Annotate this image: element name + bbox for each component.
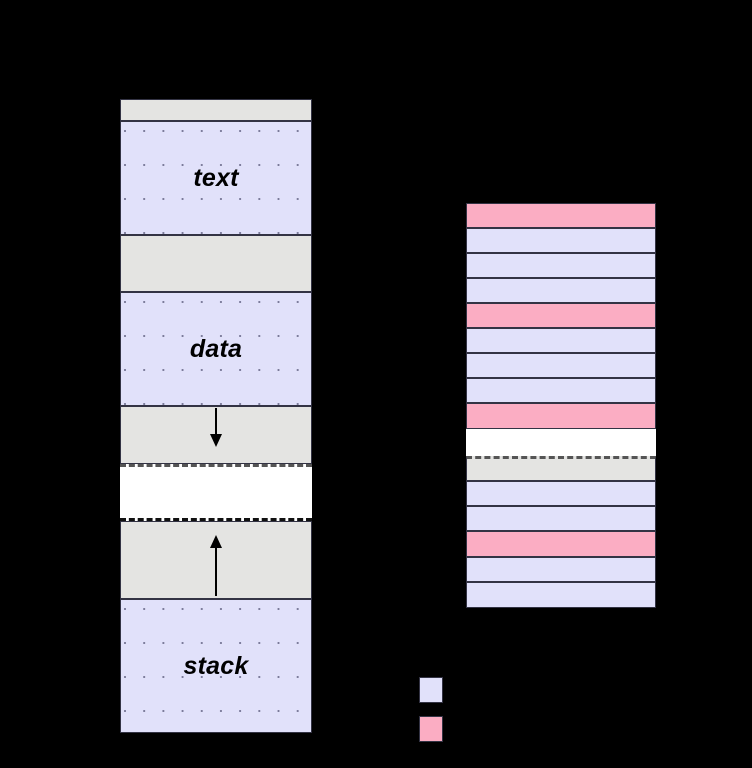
label-data-segment: data [189, 334, 243, 363]
legend-swatch-in-use [419, 716, 443, 742]
frame-13 [466, 531, 656, 557]
frame-10-free [466, 456, 656, 481]
frame-1 [466, 228, 656, 253]
block-unmapped-gap [120, 464, 312, 521]
frame-8 [466, 403, 656, 429]
frame-4 [466, 303, 656, 328]
arrow-head-down [210, 434, 222, 447]
block-gap-after-text [120, 235, 312, 292]
frame-5 [466, 328, 656, 353]
frame-15 [466, 582, 656, 608]
frame-11 [466, 481, 656, 506]
frame-9-unmapped [466, 429, 656, 456]
block-data-segment: data [120, 292, 312, 406]
frame-14 [466, 557, 656, 582]
frame-12 [466, 506, 656, 531]
block-top-reserved [120, 99, 312, 121]
diagram-canvas: text data stack [0, 0, 752, 768]
arrow-head-up [210, 535, 222, 548]
block-stack-segment: stack [120, 599, 312, 733]
block-text-segment: text [120, 121, 312, 235]
label-text-segment: text [193, 163, 239, 192]
label-stack-segment: stack [183, 651, 249, 680]
frame-6 [466, 353, 656, 378]
frame-3 [466, 278, 656, 303]
frame-7 [466, 378, 656, 403]
legend-swatch-free [419, 677, 443, 703]
frame-0 [466, 203, 656, 228]
frame-2 [466, 253, 656, 278]
